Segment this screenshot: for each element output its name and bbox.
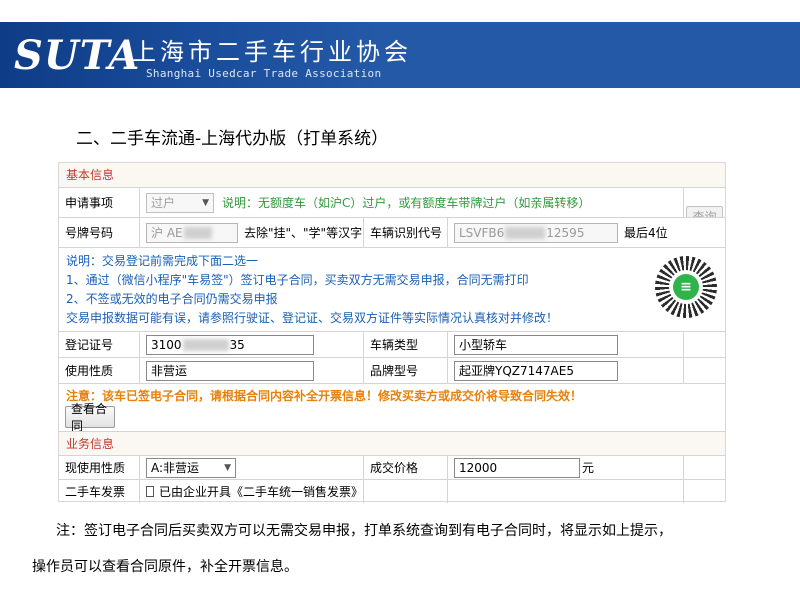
- brand-model-input[interactable]: 起亚牌YQZ7147AE5: [454, 360, 618, 381]
- dropdown-chevron-icon: ▼: [224, 462, 231, 473]
- notice-line-1: 说明：交易登记前需完成下面二选一: [66, 254, 259, 268]
- current-usage-cell: A:非营运 ▼: [139, 456, 363, 479]
- empty-cell: [447, 480, 683, 503]
- form-panel: 基本信息 申请事项 过户 ▼ 说明：无额度车（如沪C）过户，或有额度车带牌过户（…: [58, 162, 726, 503]
- apply-item-label: 申请事项: [65, 196, 114, 210]
- invoice-row: 二手车发票 已由企业开具《二手车统一销售发票》: [59, 479, 725, 503]
- apply-item-note: 说明：无额度车（如沪C）过户，或有额度车带牌过户（如亲属转移）: [222, 196, 591, 210]
- brand-model-cell: 起亚牌YQZ7147AE5: [447, 358, 683, 383]
- dropdown-chevron-icon: ▼: [202, 197, 209, 208]
- reg-cert-input[interactable]: 3100 35: [146, 334, 314, 355]
- empty-cell: [683, 332, 725, 357]
- vin-label: 车辆识别代号: [363, 218, 447, 247]
- query-button[interactable]: 查询: [686, 205, 723, 217]
- plate-row: 号牌号码 沪 AE 去除"挂"、"学"等汉字 车辆识别代号 LSVFB6 1259…: [59, 217, 725, 247]
- plate-hint: 去除"挂"、"学"等汉字: [244, 226, 363, 240]
- org-name-en: Shanghai Usedcar Trade Association: [146, 67, 382, 80]
- current-usage-label: 现使用性质: [65, 461, 126, 475]
- price-cell: 12000 元: [447, 456, 683, 479]
- usage-label: 使用性质: [65, 364, 114, 378]
- basic-info-header: 基本信息: [59, 163, 725, 187]
- reg-cert-cell: 3100 35: [139, 332, 363, 357]
- plate-cell: 沪 AE 去除"挂"、"学"等汉字: [139, 218, 363, 247]
- plate-redaction: [183, 227, 212, 239]
- current-usage-row: 现使用性质 A:非营运 ▼ 成交价格 12000 元: [59, 455, 725, 479]
- vin-value-suffix: 12595: [546, 225, 585, 240]
- invoice-label: 二手车发票: [65, 485, 126, 499]
- invoice-cell: 已由企业开具《二手车统一销售发票》: [139, 480, 363, 503]
- query-cell: 查询: [683, 188, 725, 217]
- reg-cert-redaction: [182, 339, 229, 351]
- reg-cert-value-prefix: 3100: [151, 337, 182, 352]
- current-usage-value: A:非营运: [151, 461, 200, 475]
- notice-line-3: 2、不签或无效的电子合同仍需交易申报: [66, 292, 278, 306]
- apply-item-select[interactable]: 过户 ▼: [146, 192, 214, 213]
- section-title: 二、二手车流通-上海代办版（打单系统）: [76, 129, 389, 149]
- price-unit: 元: [582, 461, 595, 475]
- vin-value-prefix: LSVFB6: [459, 225, 505, 240]
- brand-model-label: 品牌型号: [363, 358, 447, 383]
- qr-center: ≡: [669, 270, 703, 304]
- reg-cert-label: 登记证号: [65, 338, 114, 352]
- notice-line-2: 1、通过（微信小程序"车易签"）签订电子合同，买卖双方无需交易申报，合同无需打印: [66, 273, 529, 287]
- plate-value: 沪 AE: [151, 225, 183, 240]
- vehicle-type-label: 车辆类型: [363, 332, 447, 357]
- price-input[interactable]: 12000: [454, 457, 580, 478]
- warning-row: 注意：该车已签电子合同，请根据合同内容补全开票信息！修改买卖方或成交价将导致合同…: [59, 383, 725, 433]
- org-name-cn: 上海市二手车行业协会: [132, 38, 412, 66]
- notice-line-4: 交易申报数据可能有误，请参照行驶证、登记证、交易双方证件等实际情况认真核对并修改…: [66, 311, 559, 325]
- checkbox-icon[interactable]: [146, 486, 154, 497]
- empty-cell: [363, 480, 447, 503]
- notice-lines: 说明：交易登记前需完成下面二选一 1、通过（微信小程序"车易签"）签订电子合同，…: [66, 252, 558, 328]
- vehicle-type-input[interactable]: 小型轿车: [454, 334, 618, 355]
- contract-warning: 注意：该车已签电子合同，请根据合同内容补全开票信息！修改买卖方或成交价将导致合同…: [66, 389, 583, 403]
- footnote-line-1: 注：签订电子合同后买卖双方可以无需交易申报，打单系统查询到有电子合同时，将显示如…: [56, 523, 672, 539]
- apply-item-cell: 过户 ▼ 说明：无额度车（如沪C）过户，或有额度车带牌过户（如亲属转移）: [139, 188, 683, 217]
- vehicle-type-cell: 小型轿车: [447, 332, 683, 357]
- empty-cell: [683, 480, 725, 503]
- vin-input[interactable]: LSVFB6 12595: [454, 222, 618, 243]
- current-usage-select[interactable]: A:非营运 ▼: [146, 457, 236, 478]
- invoice-checkbox-label: 已由企业开具《二手车统一销售发票》: [158, 485, 363, 499]
- vin-hint: 最后4位: [624, 226, 668, 240]
- usage-row: 使用性质 非营运 品牌型号 起亚牌YQZ7147AE5: [59, 357, 725, 383]
- footnote-line-2: 操作员可以查看合同原件，补全开票信息。: [32, 559, 298, 575]
- empty-cell: [683, 358, 725, 383]
- notice-block: 说明：交易登记前需完成下面二选一 1、通过（微信小程序"车易签"）签订电子合同，…: [59, 247, 725, 331]
- view-contract-button[interactable]: 查看合同: [65, 402, 115, 433]
- plate-label: 号牌号码: [65, 226, 114, 240]
- usage-input[interactable]: 非营运: [146, 360, 314, 381]
- empty-cell: [683, 456, 725, 479]
- vin-redaction: [505, 227, 546, 239]
- mini-program-logo-icon: ≡: [673, 274, 699, 300]
- reg-cert-row: 登记证号 3100 35 车辆类型 小型轿车: [59, 331, 725, 357]
- usage-cell: 非营运: [139, 358, 363, 383]
- business-info-header: 业务信息: [59, 431, 725, 455]
- price-label: 成交价格: [363, 456, 447, 479]
- suta-logo: SUTA: [14, 32, 141, 79]
- apply-item-value: 过户: [151, 196, 176, 210]
- plate-input[interactable]: 沪 AE: [146, 222, 238, 243]
- reg-cert-value-suffix: 35: [229, 337, 245, 352]
- header-banner: SUTA 上海市二手车行业协会 Shanghai Usedcar Trade A…: [0, 22, 800, 88]
- vin-cell: LSVFB6 12595 最后4位: [447, 218, 683, 247]
- apply-item-row: 申请事项 过户 ▼ 说明：无额度车（如沪C）过户，或有额度车带牌过户（如亲属转移…: [59, 187, 725, 217]
- mini-program-qr-code: ≡: [651, 250, 721, 328]
